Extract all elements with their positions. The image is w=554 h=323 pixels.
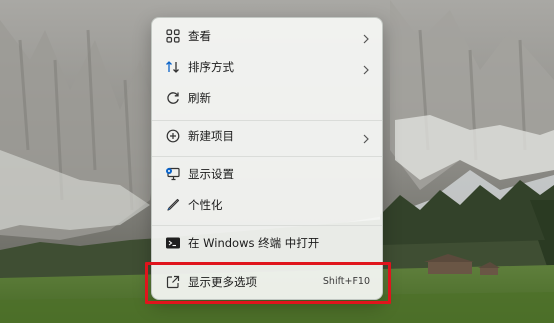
pen-icon bbox=[165, 197, 181, 213]
menu-item-view[interactable]: 查看 bbox=[156, 22, 380, 50]
menu-separator bbox=[152, 156, 382, 157]
menu-item-new[interactable]: 新建项目 bbox=[156, 122, 380, 150]
red-highlight-annotation bbox=[145, 262, 391, 304]
chevron-right-icon bbox=[362, 130, 370, 144]
chevron-right-icon bbox=[362, 61, 370, 75]
menu-item-personalize[interactable]: 个性化 bbox=[156, 191, 380, 219]
menu-separator bbox=[152, 225, 382, 226]
menu-item-refresh[interactable]: 刷新 bbox=[156, 84, 380, 112]
menu-item-sort-by[interactable]: 排序方式 bbox=[156, 53, 380, 81]
menu-separator bbox=[152, 120, 382, 121]
menu-item-label: 刷新 bbox=[188, 91, 211, 105]
plus-circle-icon bbox=[165, 128, 181, 144]
menu-item-label: 在 Windows 终端 中打开 bbox=[188, 236, 320, 250]
grid-icon bbox=[165, 28, 181, 44]
terminal-icon bbox=[165, 235, 181, 251]
menu-item-label: 查看 bbox=[188, 29, 211, 43]
menu-item-label: 排序方式 bbox=[188, 60, 234, 74]
refresh-icon bbox=[165, 90, 181, 106]
menu-item-open-in-terminal[interactable]: 在 Windows 终端 中打开 bbox=[156, 229, 380, 257]
menu-item-label: 个性化 bbox=[188, 198, 223, 212]
menu-item-label: 显示设置 bbox=[188, 167, 234, 181]
menu-item-display-settings[interactable]: 显示设置 bbox=[156, 160, 380, 188]
chevron-right-icon bbox=[362, 30, 370, 44]
menu-item-label: 新建项目 bbox=[188, 129, 234, 143]
desktop-context-menu: 查看 排序方式 刷新 新建项目 显示设置 个性化 在 Windows 终端 中打… bbox=[151, 17, 383, 300]
display-settings-icon bbox=[165, 166, 181, 182]
sort-arrows-icon bbox=[165, 59, 181, 75]
